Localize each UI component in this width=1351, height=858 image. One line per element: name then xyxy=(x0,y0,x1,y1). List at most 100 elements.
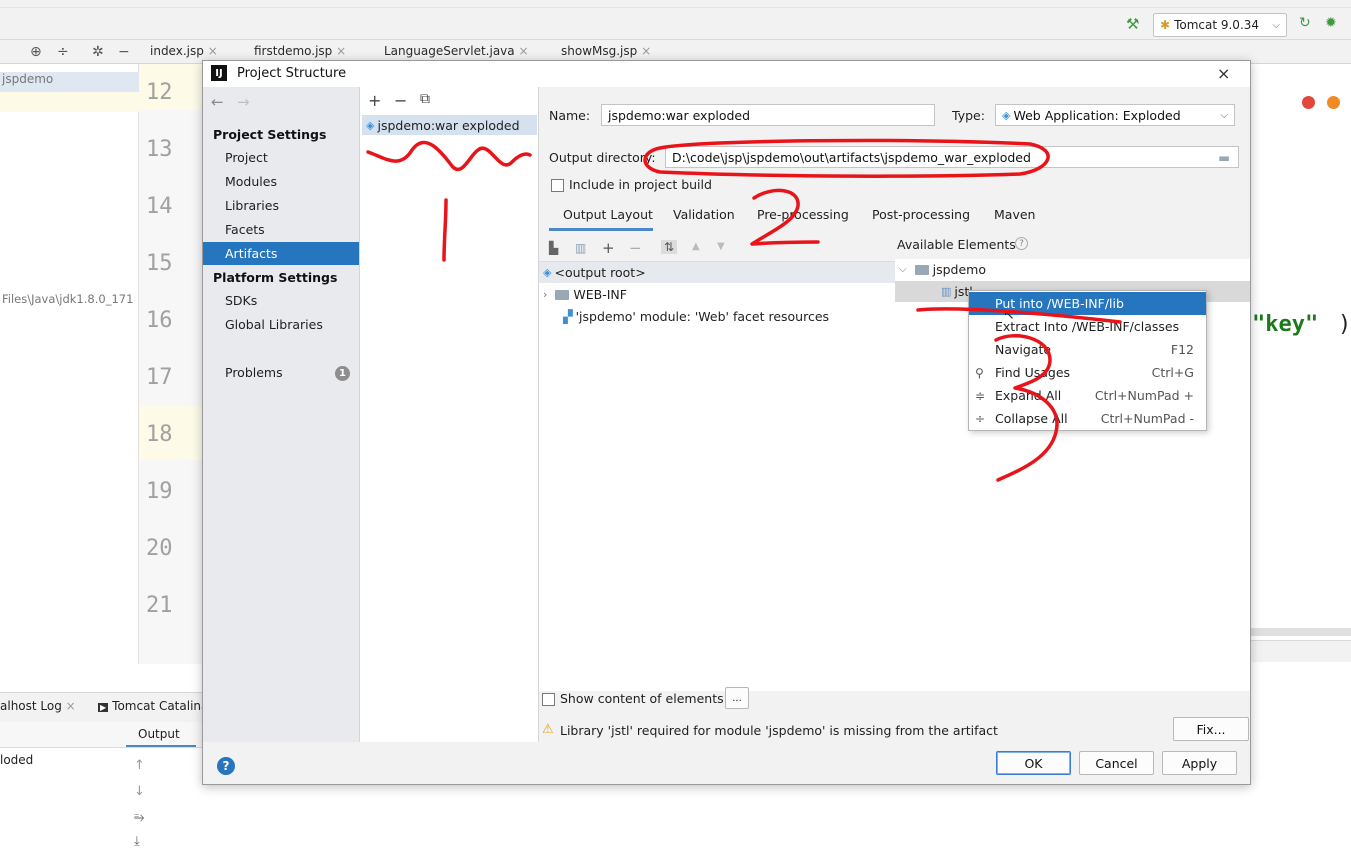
line-number: 19 xyxy=(146,479,173,504)
tree-row-output-root[interactable]: ◈ <output root> xyxy=(539,262,895,283)
remove-element-icon[interactable]: − xyxy=(629,239,642,257)
show-content-options-button[interactable]: ... xyxy=(725,687,749,709)
editor-tab-showmsg[interactable]: showMsg.jsp × xyxy=(561,44,651,58)
cancel-button[interactable]: Cancel xyxy=(1079,751,1154,775)
tree-row-module-jspdemo[interactable]: ⌵ jspdemo xyxy=(899,259,986,280)
tab-maven[interactable]: Maven xyxy=(994,207,1035,222)
new-directory-icon[interactable]: ▙ xyxy=(549,241,558,255)
tab-validation[interactable]: Validation xyxy=(673,207,735,222)
remove-artifact-icon[interactable]: − xyxy=(394,91,407,110)
rerun-icon[interactable]: ↻ xyxy=(1299,15,1311,31)
web-artifact-icon: ◈ xyxy=(366,118,375,132)
menu-item-navigate[interactable]: Navigate F12 xyxy=(969,338,1206,361)
debug-icon[interactable]: ✹ xyxy=(1325,15,1337,31)
locate-icon[interactable]: ⊕ xyxy=(30,44,42,60)
chevron-down-icon: ⌵ xyxy=(1220,109,1228,121)
add-element-icon[interactable]: + xyxy=(602,239,615,257)
nav-item-facets[interactable]: Facets xyxy=(203,218,359,241)
tab-output-layout[interactable]: Output Layout xyxy=(563,207,653,222)
code-string-literal: "key" xyxy=(1252,312,1319,337)
archive-icon[interactable]: ▥ xyxy=(575,241,586,255)
chrome-browser-icon[interactable] xyxy=(1302,96,1315,109)
line-number: 20 xyxy=(146,536,173,561)
nav-item-global-libraries[interactable]: Global Libraries xyxy=(203,313,359,336)
bottom-tab-tomcat-catalina[interactable]: ▶ Tomcat Catalina xyxy=(98,699,208,713)
scroll-up-icon[interactable]: ↑ xyxy=(134,758,145,773)
nav-item-modules[interactable]: Modules xyxy=(203,170,359,193)
soft-wrap-icon[interactable]: ⥱ xyxy=(134,810,144,825)
settings-nav: ← → Project Settings Project Modules Lib… xyxy=(203,87,360,742)
ide-title-strip xyxy=(0,0,1351,8)
copy-artifact-icon[interactable]: ⧉ xyxy=(420,91,430,107)
project-row-highlight xyxy=(0,92,139,112)
firefox-browser-icon[interactable] xyxy=(1327,96,1340,109)
nav-item-sdks[interactable]: SDKs xyxy=(203,289,359,312)
forward-arrow-icon[interactable]: → xyxy=(237,93,250,111)
nav-item-libraries[interactable]: Libraries xyxy=(203,194,359,217)
editor-status-strip xyxy=(1250,640,1351,662)
gear-icon[interactable]: ✲ xyxy=(92,44,104,60)
editor-tab-firstdemo[interactable]: firstdemo.jsp × xyxy=(254,44,346,58)
output-tab[interactable]: Output xyxy=(138,727,180,741)
bottom-tab-localhost-log[interactable]: alhost Log × xyxy=(0,699,76,713)
ide-toolbar xyxy=(0,8,1351,40)
chevron-down-icon: ⌵ xyxy=(899,264,907,275)
scroll-to-end-icon[interactable]: ⤓ xyxy=(134,834,140,849)
editor-tab-index[interactable]: index.jsp × xyxy=(150,44,218,58)
close-icon[interactable]: × xyxy=(1217,64,1230,83)
ok-button[interactable]: OK xyxy=(996,751,1071,775)
library-icon: ▥ xyxy=(941,285,952,298)
apply-button[interactable]: Apply xyxy=(1162,751,1237,775)
move-down-icon[interactable]: ▼ xyxy=(717,241,725,252)
scroll-down-icon[interactable]: ↓ xyxy=(134,784,145,799)
tree-row-web-inf[interactable]: › WEB-INF xyxy=(543,284,627,305)
type-select[interactable]: ◈ Web Application: Exploded ⌵ xyxy=(995,104,1235,126)
editor-horizontal-scrollbar[interactable] xyxy=(1250,628,1351,636)
tab-post-processing[interactable]: Post-processing xyxy=(872,207,970,222)
nav-item-project[interactable]: Project xyxy=(203,146,359,169)
help-question-icon[interactable]: ? xyxy=(1015,237,1028,250)
move-up-icon[interactable]: ▲ xyxy=(692,241,700,252)
output-layout-tree: ◈ <output root> › WEB-INF ▞ 'jspdemo' mo… xyxy=(539,261,897,691)
tab-pre-processing[interactable]: Pre-processing xyxy=(757,207,849,222)
facet-resources-label: 'jspdemo' module: 'Web' facet resources xyxy=(575,309,830,324)
sort-icon[interactable]: ⇅ xyxy=(661,240,678,254)
type-select-value: Web Application: Exploded xyxy=(1013,107,1181,123)
back-arrow-icon[interactable]: ← xyxy=(211,93,224,111)
output-directory-field[interactable]: D:\code\jsp\jspdemo\out\artifacts\jspdem… xyxy=(665,146,1239,168)
add-artifact-icon[interactable]: + xyxy=(368,91,381,110)
web-inf-label: WEB-INF xyxy=(573,287,627,302)
module-folder-icon xyxy=(914,264,929,275)
fix-button[interactable]: Fix... xyxy=(1173,717,1249,741)
name-field[interactable]: jspdemo:war exploded xyxy=(601,104,935,126)
menu-item-find-usages[interactable]: ⚲ Find Usages Ctrl+G xyxy=(969,361,1206,384)
artifact-list-item[interactable]: ◈ jspdemo:war exploded xyxy=(362,115,537,135)
tree-row-facet-resources[interactable]: ▞ 'jspdemo' module: 'Web' facet resource… xyxy=(563,306,829,327)
project-root-label[interactable]: jspdemo xyxy=(0,72,139,92)
run-config-select[interactable]: ✱ Tomcat 9.0.34 ⌵ xyxy=(1153,13,1287,37)
artifact-list-panel: + − ⧉ ◈ jspdemo:war exploded xyxy=(360,87,539,742)
code-paren: ) xyxy=(1338,312,1351,337)
jdk-path-label: Files\Java\jdk1.8.0_171 xyxy=(2,292,134,306)
intellij-logo-icon: IJ xyxy=(211,65,227,81)
module-label: jspdemo xyxy=(932,262,986,277)
minimize-icon[interactable]: − xyxy=(118,44,130,60)
help-icon[interactable]: ? xyxy=(217,757,235,775)
collapse-icon[interactable]: ÷ xyxy=(57,44,69,60)
show-content-checkbox[interactable] xyxy=(542,693,555,706)
build-hammer-icon[interactable]: ⚒ xyxy=(1126,15,1139,33)
include-in-build-checkbox[interactable] xyxy=(551,179,564,192)
nav-item-artifacts[interactable]: Artifacts xyxy=(203,242,359,265)
output-root-label: <output root> xyxy=(554,265,646,280)
web-resources-icon: ▞ xyxy=(563,309,573,324)
tomcat-icon: ✱ xyxy=(1160,18,1171,32)
project-settings-header: Project Settings xyxy=(213,127,327,142)
show-content-label: Show content of elements xyxy=(560,691,724,706)
dialog-title: Project Structure xyxy=(237,66,347,81)
folder-browse-icon[interactable]: ▬ xyxy=(1218,150,1230,165)
line-number: 16 xyxy=(146,308,173,333)
menu-item-expand-all[interactable]: ≑ Expand All Ctrl+NumPad + xyxy=(969,384,1206,407)
menu-item-collapse-all[interactable]: ÷ Collapse All Ctrl+NumPad - xyxy=(969,407,1206,430)
editor-tab-languageservlet[interactable]: LanguageServlet.java × xyxy=(384,44,529,58)
output-directory-value: D:\code\jsp\jspdemo\out\artifacts\jspdem… xyxy=(672,149,1031,165)
